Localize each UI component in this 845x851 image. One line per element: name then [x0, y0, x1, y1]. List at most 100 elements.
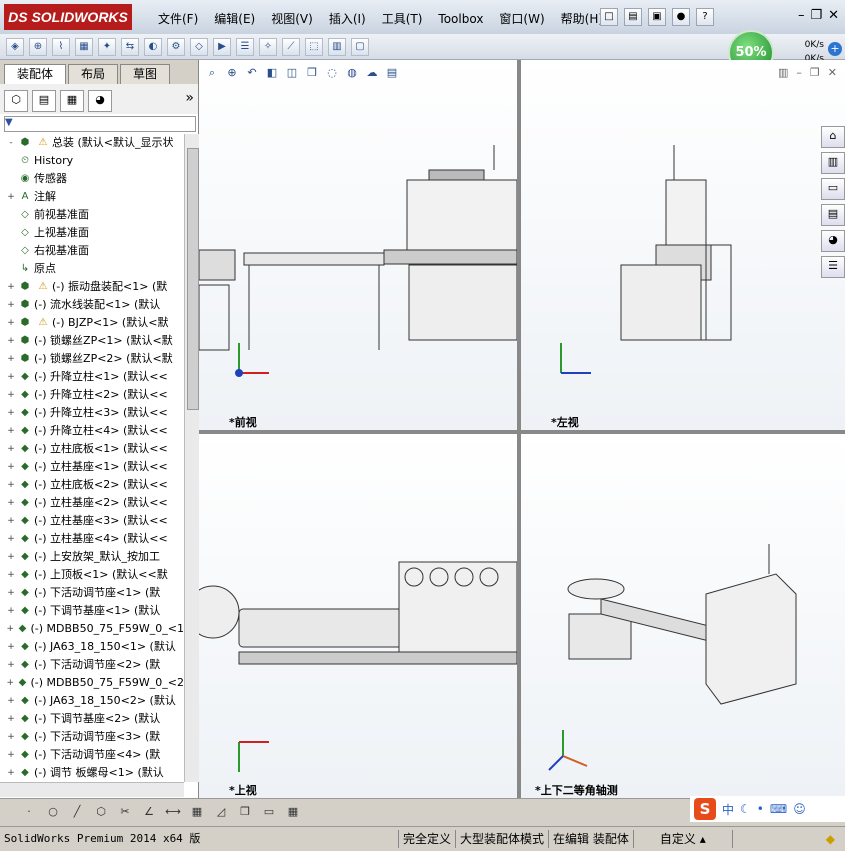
reference-geometry-icon[interactable]: ◇: [190, 37, 208, 56]
expand-icon[interactable]: +: [6, 372, 16, 382]
feature-manager-icon[interactable]: ⬡: [4, 90, 28, 112]
tree-hscrollbar[interactable]: [0, 782, 184, 797]
tree-item[interactable]: - ⬢ ⚠ 总装 (默认<默认_显示状: [0, 134, 184, 152]
expand-icon[interactable]: +: [6, 696, 16, 706]
tag-icon[interactable]: ◆: [826, 832, 845, 846]
four-view-icon[interactable]: ▦: [284, 803, 302, 821]
tab-sketch[interactable]: 草图: [120, 64, 171, 85]
expand-icon[interactable]: +: [6, 498, 16, 508]
expand-icon[interactable]: +: [6, 624, 15, 634]
isometric-view[interactable]: *上下二等角轴测: [521, 434, 845, 798]
tree-item[interactable]: + ⬢ (-) 锁螺丝ZP<2> (默认<默: [0, 350, 184, 368]
tree-item[interactable]: + ◆ (-) 下调节基座<1> (默认: [0, 602, 184, 620]
expand-icon[interactable]: -: [6, 138, 16, 148]
expand-icon[interactable]: +: [6, 480, 16, 490]
tree-item[interactable]: + ◆ (-) 立柱基座<1> (默认<<: [0, 458, 184, 476]
smart-fasteners-icon[interactable]: ✦: [98, 37, 116, 56]
tab-assembly[interactable]: 装配体: [4, 64, 67, 85]
menu-item-4[interactable]: 工具(T): [374, 10, 431, 28]
ime-toolbar[interactable]: S 中 ☾ • ⌨ ☺: [690, 796, 845, 822]
expand-icon[interactable]: +: [6, 462, 16, 472]
expand-icon[interactable]: +: [6, 390, 16, 400]
minimize-icon[interactable]: –: [798, 8, 805, 23]
move-component-icon[interactable]: ⇆: [121, 37, 139, 56]
property-manager-icon[interactable]: ▤: [32, 90, 56, 112]
speedpak-icon[interactable]: ▥: [328, 37, 346, 56]
tree-item[interactable]: + ◆ (-) MDBB50_75_F59W_0_<2: [0, 674, 184, 692]
tree-item[interactable]: + ◆ (-) 升降立柱<1> (默认<<: [0, 368, 184, 386]
plus-icon[interactable]: +: [828, 42, 842, 56]
grid-icon[interactable]: ▦: [188, 803, 206, 821]
tree-item[interactable]: ↳ 原点: [0, 260, 184, 278]
expand-icon[interactable]: [6, 246, 16, 256]
tree-scroll-thumb[interactable]: [187, 148, 199, 410]
insert-component-icon[interactable]: ⊕: [29, 37, 47, 56]
tree-item[interactable]: + ◆ (-) 下活动调节座<2> (默: [0, 656, 184, 674]
appearances-icon[interactable]: ◕: [821, 230, 845, 252]
tree-item[interactable]: ◇ 右视基准面: [0, 242, 184, 260]
tree-item[interactable]: + ◆ (-) JA63_18_150<1> (默认: [0, 638, 184, 656]
close-icon[interactable]: ✕: [828, 8, 839, 23]
expand-panel-icon[interactable]: »: [185, 90, 194, 108]
expand-icon[interactable]: +: [6, 300, 16, 310]
tree-item[interactable]: + A 注解: [0, 188, 184, 206]
mate-icon[interactable]: ⌇: [52, 37, 70, 56]
tree-item[interactable]: + ◆ (-) 下调节基座<2> (默认: [0, 710, 184, 728]
ime-language[interactable]: 中: [722, 801, 734, 818]
expand-icon[interactable]: +: [6, 714, 16, 724]
menu-item-1[interactable]: 编辑(E): [206, 10, 263, 28]
graphics-area[interactable]: ⌕ ⊕ ↶ ◧ ◫ ❒ ◌ ◍ ☁ ▤ *前视 ▥ – ❐ ✕ *左视 *上视 …: [199, 60, 845, 798]
expand-icon[interactable]: +: [6, 588, 16, 598]
expand-icon[interactable]: [6, 174, 16, 184]
front-view[interactable]: ⌕ ⊕ ↶ ◧ ◫ ❒ ◌ ◍ ☁ ▤ *前视: [199, 60, 517, 430]
expand-icon[interactable]: [6, 228, 16, 238]
help-icon[interactable]: ?: [696, 8, 714, 26]
explode-line-icon[interactable]: ⟋: [282, 37, 300, 56]
expand-icon[interactable]: +: [6, 768, 16, 778]
menu-item-5[interactable]: Toolbox: [430, 10, 491, 28]
punctuation-icon[interactable]: •: [757, 802, 764, 816]
tree-item[interactable]: + ⬢ (-) 锁螺丝ZP<1> (默认<默: [0, 332, 184, 350]
tree-item[interactable]: + ⬢ (-) 流水线装配<1> (默认: [0, 296, 184, 314]
tree-item[interactable]: + ◆ (-) 立柱基座<3> (默认<<: [0, 512, 184, 530]
expand-icon[interactable]: +: [6, 426, 16, 436]
top-view[interactable]: *上视: [199, 434, 517, 798]
file-explorer-icon[interactable]: ▭: [821, 178, 845, 200]
expand-icon[interactable]: +: [6, 516, 16, 526]
snapshot-icon[interactable]: ▢: [351, 37, 369, 56]
save-icon[interactable]: ▣: [648, 8, 666, 26]
expand-icon[interactable]: +: [6, 444, 16, 454]
tree-item[interactable]: + ◆ (-) 下活动调节座<3> (默: [0, 728, 184, 746]
expand-icon[interactable]: +: [6, 606, 16, 616]
tree-item[interactable]: ◉ 传感器: [0, 170, 184, 188]
expand-icon[interactable]: +: [6, 570, 16, 580]
tree-item[interactable]: + ◆ (-) 下活动调节座<1> (默: [0, 584, 184, 602]
custom-units[interactable]: 自定义 ▴: [634, 830, 733, 848]
tree-item[interactable]: ◇ 前视基准面: [0, 206, 184, 224]
expand-icon[interactable]: +: [6, 552, 16, 562]
expand-icon[interactable]: +: [6, 192, 16, 202]
display-manager-icon[interactable]: ◕: [88, 90, 112, 112]
instant3d-icon[interactable]: ⬚: [305, 37, 323, 56]
expand-icon[interactable]: +: [6, 318, 16, 328]
tree-item[interactable]: + ◆ (-) 下活动调节座<4> (默: [0, 746, 184, 764]
tree-item[interactable]: + ◆ (-) 立柱基座<4> (默认<<: [0, 530, 184, 548]
keyboard-icon[interactable]: ⌨: [770, 802, 787, 816]
user-icon[interactable]: ☺: [793, 802, 806, 816]
sogou-icon[interactable]: S: [694, 798, 716, 820]
polygon-icon[interactable]: ⬡: [92, 803, 110, 821]
tree-item[interactable]: ◇ 上视基准面: [0, 224, 184, 242]
point-icon[interactable]: ·: [20, 803, 38, 821]
tree-item[interactable]: + ⬢ ⚠ (-) 振动盘装配<1> (默: [0, 278, 184, 296]
tree-item[interactable]: ⏲ History: [0, 152, 184, 170]
tree-item[interactable]: + ◆ (-) 升降立柱<4> (默认<<: [0, 422, 184, 440]
tree-scrollbar[interactable]: [184, 134, 199, 782]
tree-item[interactable]: + ◆ (-) 立柱底板<2> (默认<<: [0, 476, 184, 494]
tree-item[interactable]: + ◆ (-) 上顶板<1> (默认<<默: [0, 566, 184, 584]
expand-icon[interactable]: +: [6, 750, 16, 760]
expand-icon[interactable]: +: [6, 660, 16, 670]
bill-of-materials-icon[interactable]: ☰: [236, 37, 254, 56]
exploded-view-icon[interactable]: ✧: [259, 37, 277, 56]
circle-icon[interactable]: ○: [44, 803, 62, 821]
expand-icon[interactable]: [6, 156, 16, 166]
